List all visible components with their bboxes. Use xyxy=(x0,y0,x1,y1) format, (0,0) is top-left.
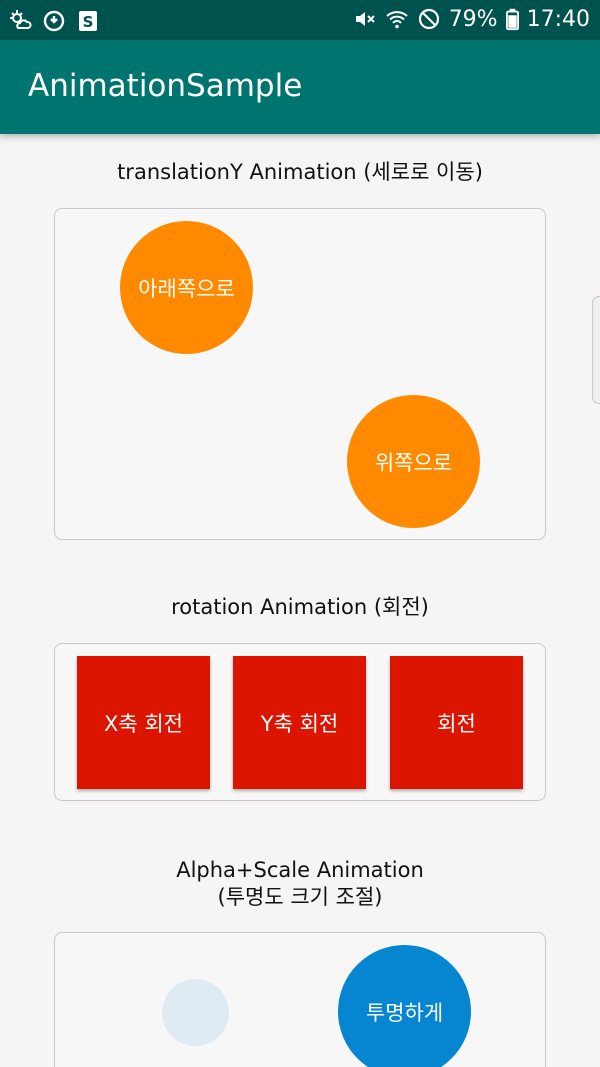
faded-circle[interactable] xyxy=(162,979,229,1046)
status-left-icons: S xyxy=(8,7,100,33)
transparent-button[interactable]: 투명하게 xyxy=(338,945,471,1067)
rotate-x-button[interactable]: X축 회전 xyxy=(77,656,210,789)
mute-icon xyxy=(355,12,375,26)
status-right: 79% 17:40 xyxy=(353,6,590,32)
alpha-section-title-line2: (투명도 크기 조절) xyxy=(217,885,383,909)
move-down-button[interactable]: 아래쪽으로 xyxy=(120,221,253,354)
sync-icon xyxy=(43,10,65,32)
alpha-panel xyxy=(54,932,546,1067)
app-bar: AnimationSample xyxy=(0,40,600,134)
wifi-icon xyxy=(386,11,408,29)
rotate-y-button[interactable]: Y축 회전 xyxy=(233,656,366,789)
s-app-icon: S xyxy=(79,11,97,31)
clock: 17:40 xyxy=(526,6,590,32)
rotation-section-title: rotation Animation (회전) xyxy=(171,595,429,619)
weather-icon xyxy=(10,10,32,29)
battery-percent: 79% xyxy=(448,6,498,32)
app-title: AnimationSample xyxy=(28,68,303,104)
status-bar: S 79% 17:40 xyxy=(0,0,600,40)
translation-section-title: translationY Animation (세로로 이동) xyxy=(117,160,483,184)
rotate-button[interactable]: 회전 xyxy=(390,656,523,789)
svg-text:S: S xyxy=(83,13,94,31)
no-sim-icon xyxy=(418,8,439,30)
battery-icon xyxy=(505,8,519,31)
edge-panel-handle[interactable] xyxy=(592,296,600,404)
alpha-section-title-line1: Alpha+Scale Animation xyxy=(176,858,424,882)
move-up-button[interactable]: 위쪽으로 xyxy=(347,395,480,528)
